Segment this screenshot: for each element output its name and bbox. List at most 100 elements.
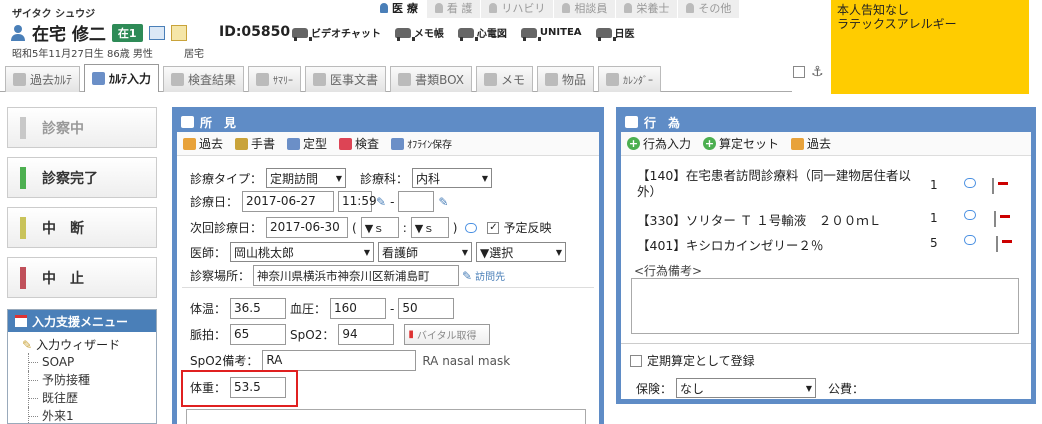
- role-label: その他: [698, 2, 732, 15]
- role-tab-medical[interactable]: 医 療: [372, 0, 427, 18]
- place-input[interactable]: 神奈川県横浜市神奈川区新浦島町: [253, 265, 460, 286]
- nurse-select[interactable]: 看護師: [378, 242, 473, 262]
- tab-summary[interactable]: ｻﾏﾘｰ: [248, 66, 302, 92]
- weight-input[interactable]: 53.5: [230, 377, 287, 398]
- paren-open: (: [352, 220, 357, 235]
- remove-row-button[interactable]: [996, 236, 998, 252]
- status-in-exam-button[interactable]: 診察中: [7, 107, 157, 148]
- alert-line: 本人告知なし: [837, 3, 910, 17]
- action-row-text[interactable]: 【401】キシロカインゼリー２％: [637, 235, 823, 254]
- ward-badge: 在1: [111, 23, 143, 42]
- assist-menu: 入力支援メニュー ✎ 入力ウィザード SOAP 予防接種 既往歴 外来1: [7, 309, 157, 424]
- spo2-input[interactable]: 94: [338, 324, 395, 345]
- pencil-arrow-icon[interactable]: ✎: [438, 195, 448, 209]
- wizard-item-soap[interactable]: SOAP: [22, 353, 156, 371]
- header-checkbox[interactable]: [793, 66, 805, 78]
- unitea-button[interactable]: UNITEA: [520, 25, 582, 41]
- tab-chart-input[interactable]: ｶﾙﾃ入力: [84, 64, 160, 92]
- template-button[interactable]: 定型: [287, 135, 327, 152]
- person-icon: [562, 3, 571, 13]
- calc-set-button[interactable]: + 算定セット: [703, 135, 779, 152]
- role-tab-counselor[interactable]: 相談員: [554, 0, 617, 18]
- temp-label: 体温：: [190, 302, 227, 316]
- doctor-label: 医師：: [190, 245, 227, 260]
- tab-goods[interactable]: 物品: [537, 66, 595, 92]
- remove-row-button[interactable]: [994, 211, 996, 227]
- past-button[interactable]: 過去: [183, 135, 223, 152]
- offline-save-button[interactable]: ｵﾌﾗｲﾝ保存: [391, 136, 452, 151]
- comment-icon[interactable]: [964, 235, 976, 245]
- tab-doc-box[interactable]: 書類BOX: [390, 66, 472, 92]
- visit-link[interactable]: 訪問先: [475, 268, 505, 283]
- tab-past-chart[interactable]: 過去ｶﾙﾃ: [5, 66, 81, 92]
- exam-button[interactable]: 検査: [339, 135, 379, 152]
- pencil-arrow-icon[interactable]: ✎: [376, 195, 386, 209]
- pulse-input[interactable]: 65: [230, 324, 287, 345]
- tab-test-results[interactable]: 検査結果: [163, 66, 245, 92]
- role-tab-nursing[interactable]: 看 護: [426, 0, 482, 18]
- role-tab-dietitian[interactable]: 栄養士: [616, 0, 679, 18]
- spo2-note-input[interactable]: RA: [262, 350, 417, 371]
- status-complete-button[interactable]: 診察完了: [7, 157, 157, 198]
- status-suspend-button[interactable]: 中 断: [7, 207, 157, 248]
- pencil-arrow-icon[interactable]: ✎: [462, 269, 472, 283]
- bp-high-input[interactable]: 160: [330, 298, 387, 319]
- wizard-item-history[interactable]: 既往歴: [22, 389, 156, 407]
- staff-select[interactable]: ▼選択: [476, 242, 567, 262]
- action-memo-textarea[interactable]: [631, 278, 1019, 334]
- dept-select[interactable]: 内科: [412, 168, 493, 188]
- remove-row-button[interactable]: [992, 178, 994, 194]
- reflect-checkbox[interactable]: ✓: [487, 221, 500, 234]
- vital-row-2: 脈拍： 65 SpO2： 94 ▮ バイタル取得: [190, 324, 491, 345]
- tab-calendar[interactable]: ｶﾚﾝﾀﾞｰ: [598, 66, 662, 92]
- periodic-checkbox[interactable]: [630, 354, 642, 367]
- bp-low-input[interactable]: 50: [398, 298, 455, 319]
- wizard-root[interactable]: ✎ 入力ウィザード: [22, 336, 156, 353]
- videochat-button[interactable]: ビデオチャット: [292, 25, 381, 41]
- person-icon: [434, 3, 443, 13]
- vital-fetch-button[interactable]: ▮ バイタル取得: [404, 324, 491, 345]
- memo-edit-icon[interactable]: [170, 24, 187, 41]
- action-past-button[interactable]: 過去: [791, 135, 831, 152]
- temp-input[interactable]: 36.5: [230, 298, 287, 319]
- comment-icon[interactable]: [964, 178, 976, 188]
- comment-icon[interactable]: [465, 222, 478, 233]
- next-date-row: 次回診療日： 2017-06-30 ( ▼ｓ : ▼ｓ ) ✓ 予定反映: [190, 217, 551, 238]
- doctor-select[interactable]: 岡山桃太郎: [230, 242, 375, 262]
- action-row-text[interactable]: 【330】ソリター Ｔ １号輸液 ２００ｍＬ: [637, 210, 881, 229]
- wizard-item-vaccination[interactable]: 予防接種: [22, 371, 156, 389]
- anchor-icon[interactable]: ⚓: [811, 64, 824, 80]
- public-label: 公費：: [828, 381, 865, 396]
- alert-line: ラテックスアレルギー: [837, 17, 957, 31]
- time-input[interactable]: 11:59: [338, 191, 377, 212]
- date-input[interactable]: 2017-06-27: [242, 191, 335, 212]
- tab-medical-docs[interactable]: 医事文書: [305, 66, 387, 92]
- vital-fetch-label: バイタル取得: [416, 331, 477, 342]
- findings-textarea[interactable]: [186, 409, 586, 424]
- ecg-button[interactable]: 心電図: [457, 25, 507, 41]
- tool-label: 定型: [303, 137, 328, 151]
- bar-chart-icon: [339, 137, 353, 150]
- person-icon: [624, 3, 633, 13]
- window-icon[interactable]: [148, 25, 165, 40]
- comment-icon[interactable]: [964, 210, 976, 220]
- wizard-item-outpatient[interactable]: 外来1: [22, 407, 156, 424]
- action-input-button[interactable]: + 行為入力: [627, 135, 691, 152]
- handwrite-button[interactable]: 手書: [235, 135, 275, 152]
- status-label: 中 断: [42, 220, 84, 237]
- next-date-input[interactable]: 2017-06-30: [266, 217, 349, 238]
- nichii-button[interactable]: 日医: [595, 25, 635, 41]
- insurance-select[interactable]: なし: [676, 378, 817, 398]
- action-row-text[interactable]: 【140】在宅患者訪問診療料（同一建物居住者以外）: [637, 168, 915, 200]
- next-hour-select[interactable]: ▼ｓ: [360, 217, 399, 238]
- main-tabs: 過去ｶﾙﾃ ｶﾙﾃ入力 検査結果 ｻﾏﾘｰ 医事文書 書類BOX メモ 物品 ｶ…: [0, 64, 792, 92]
- memo-button[interactable]: メモ帳: [394, 25, 444, 41]
- document-icon: [313, 73, 327, 86]
- type-select[interactable]: 定期訪問: [266, 168, 347, 188]
- role-tab-rehab[interactable]: リハビリ: [481, 0, 555, 18]
- tab-memo[interactable]: メモ: [475, 66, 533, 92]
- role-tab-other[interactable]: その他: [678, 0, 741, 18]
- next-minute-select[interactable]: ▼ｓ: [410, 217, 449, 238]
- end-time-input[interactable]: [398, 191, 435, 212]
- status-cancel-button[interactable]: 中 止: [7, 257, 157, 298]
